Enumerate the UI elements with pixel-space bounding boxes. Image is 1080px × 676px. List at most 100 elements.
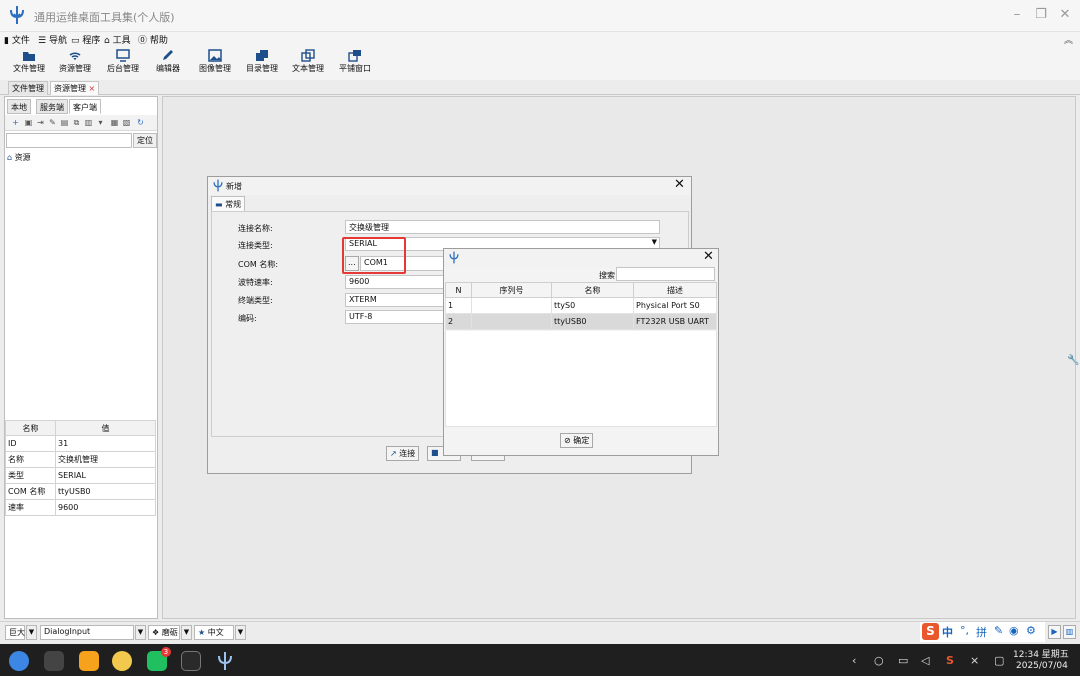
tab-client[interactable]: 客户端 — [69, 99, 101, 114]
document-tabs: 文件管理 资源管理 × — [0, 80, 1080, 95]
search-icon[interactable]: ○ — [874, 654, 884, 667]
dialog-header: ✕ — [444, 249, 718, 267]
skin-icon[interactable]: ◉ — [1009, 624, 1019, 637]
wrench-icon[interactable]: 🔧 — [1067, 355, 1079, 366]
directory-manager-button[interactable]: 目录管理 — [243, 46, 281, 80]
locate-button[interactable]: 定位 — [133, 133, 157, 148]
connect-icon: ↗ — [390, 449, 397, 458]
search-label: 搜索 — [599, 271, 615, 280]
volume-icon[interactable]: ◁ — [921, 654, 929, 667]
chevron-down-icon[interactable]: ▼ — [26, 625, 37, 640]
trash-icon[interactable]: ▥ — [1063, 625, 1076, 639]
file-manager-button[interactable]: 文件管理 — [10, 46, 48, 80]
term-label: 终端类型: — [238, 296, 273, 305]
chat-tray-icon[interactable]: ▢ — [994, 654, 1004, 667]
chevron-down-icon[interactable]: ▼ — [135, 625, 146, 640]
ime-toolbar: S 中 °, 拼 ✎ ◉ ⚙ — [920, 622, 1045, 642]
close-dialog-button[interactable]: ✕ — [674, 177, 685, 192]
table-row: 名称 交换机管理 — [5, 451, 156, 468]
search-input[interactable] — [616, 267, 715, 281]
chinese-mode-icon[interactable]: 中 — [942, 624, 953, 640]
ops-tool-app-icon[interactable] — [215, 651, 235, 671]
tab-local[interactable]: 本地 — [7, 99, 31, 114]
close-tab-icon[interactable]: × — [89, 84, 96, 93]
chevron-down-icon[interactable]: ▼ — [235, 625, 246, 640]
export-icon[interactable]: ▧ — [122, 118, 131, 127]
type-label: 连接类型: — [238, 241, 273, 250]
play-icon[interactable]: ▶ — [1048, 625, 1061, 639]
tile-windows-button[interactable]: 平铺窗口 — [336, 46, 374, 80]
encoding-label: 编码: — [238, 314, 257, 323]
chevron-left-icon[interactable]: ‹ — [852, 654, 856, 667]
network-icon[interactable]: ⨯ — [970, 654, 979, 667]
toolbar: 文件管理 资源管理 后台管理 编辑器 图像管理 目录管理 文本管理 平铺窗口 — [0, 46, 1080, 80]
collapse-icon[interactable]: ︽ — [1064, 33, 1073, 46]
pinyin-icon[interactable]: 拼 — [976, 624, 987, 640]
menu-help[interactable]: ⓪ 帮助 — [138, 33, 168, 46]
close-dialog-button[interactable]: ✕ — [703, 249, 714, 264]
screen-icon[interactable]: ▭ — [898, 654, 908, 667]
table-row: 速率 9600 — [5, 499, 156, 516]
theme-select[interactable]: ❖ 磨砺 — [148, 625, 180, 640]
col-n: N — [445, 282, 472, 298]
maximize-button[interactable]: ❐ — [1032, 6, 1050, 24]
edit-icon — [163, 50, 173, 60]
locate-input[interactable] — [6, 133, 132, 148]
sogou-icon[interactable]: S — [922, 623, 939, 640]
menu-program[interactable]: ▭ 程序 — [71, 33, 100, 46]
font-size-select[interactable]: 巨大 — [5, 625, 25, 640]
chevron-down-icon[interactable]: ▼ — [181, 625, 192, 640]
editor-button[interactable]: 编辑器 — [152, 46, 184, 80]
wifi-icon — [69, 52, 81, 60]
name-label: 连接名称: — [238, 224, 273, 233]
property-table: 名称 值 ID 31 名称 交换机管理 类型 SERIAL COM 名称 ttyUSB0… — [5, 420, 156, 516]
tree-root-node[interactable]: ⌂ 资源 — [7, 152, 31, 163]
edit-icon[interactable]: ✎ — [48, 118, 57, 127]
delete-icon[interactable]: ▤ — [60, 118, 69, 127]
font-style-select[interactable]: DialogInput — [40, 625, 134, 640]
multitask-icon[interactable] — [44, 651, 64, 671]
close-window-button[interactable]: ✕ — [1056, 6, 1074, 24]
status-bar: 巨大 ▼ DialogInput ▼ ❖ 磨砺 ▼ ★ 中文 ▼ S 中 °, … — [0, 621, 1080, 643]
terminal-app-icon[interactable] — [181, 651, 201, 671]
col-desc: 描述 — [633, 282, 717, 298]
pen-icon[interactable]: ✎ — [994, 624, 1003, 637]
col-serial: 序列号 — [471, 282, 552, 298]
punct-icon[interactable]: °, — [960, 624, 969, 637]
resource-manager-button[interactable]: 资源管理 — [56, 46, 94, 80]
tab-resource-manager[interactable]: 资源管理 × — [50, 81, 100, 95]
add-icon[interactable]: + — [11, 118, 20, 127]
settings-icon[interactable]: ⚙ — [1026, 624, 1036, 637]
col-name: 名称 — [551, 282, 634, 298]
filter-icon[interactable]: ▾ — [96, 118, 105, 127]
refresh-icon[interactable]: ↻ — [136, 118, 145, 127]
table-row[interactable]: 1 ttyS0 Physical Port S0 — [445, 297, 717, 314]
browser-app-icon[interactable] — [112, 651, 132, 671]
new-folder-icon[interactable]: ▣ — [24, 118, 33, 127]
app-logo-icon — [212, 179, 224, 195]
save-icon[interactable]: ▦ — [110, 118, 119, 127]
tab-file-manager[interactable]: 文件管理 — [8, 81, 48, 95]
tab-server[interactable]: 服务端 — [36, 99, 68, 114]
import-icon[interactable]: ⇥ — [36, 118, 45, 127]
minimize-button[interactable]: – — [1008, 6, 1026, 24]
table-row[interactable]: 2 ttyUSB0 FT232R USB UART — [445, 313, 717, 330]
paste-icon[interactable]: ▥ — [84, 118, 93, 127]
language-select[interactable]: ★ 中文 — [194, 625, 234, 640]
menu-file[interactable]: ▮ 文件 — [4, 33, 30, 46]
files-app-icon[interactable] — [79, 651, 99, 671]
copy-icon[interactable]: ⧉ — [72, 118, 81, 127]
prop-header-name: 名称 — [5, 420, 56, 436]
menu-tools[interactable]: ⌂ 工具 — [104, 33, 131, 46]
launcher-icon[interactable] — [9, 651, 29, 671]
name-input[interactable]: 交换级管理 — [345, 220, 660, 234]
menu-nav[interactable]: ☰ 导航 — [38, 33, 67, 46]
backend-manager-button[interactable]: 后台管理 — [104, 46, 142, 80]
star-icon: ★ — [198, 628, 206, 637]
text-manager-button[interactable]: 文本管理 — [289, 46, 327, 80]
image-manager-button[interactable]: 图像管理 — [196, 46, 234, 80]
connect-button[interactable]: ↗ 连接 — [386, 446, 420, 461]
tab-general[interactable]: ▬ 常规 — [211, 196, 246, 211]
ok-button[interactable]: ⊘ 确定 — [560, 433, 594, 448]
ime-tray-icon[interactable]: S — [946, 654, 954, 667]
